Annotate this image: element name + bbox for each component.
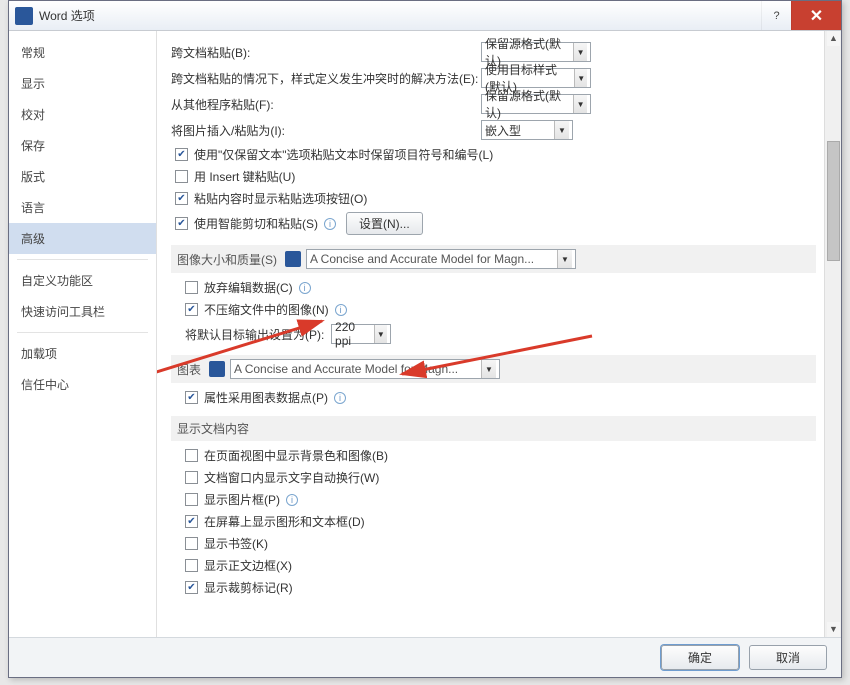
paste-pic-label: 将图片插入/粘贴为(I): [171,122,301,139]
paste-conflict-select[interactable]: 使用目标样式(默认)▼ [481,68,591,88]
scroll-down-icon[interactable]: ▼ [827,622,840,637]
dialog-footer: 确定 取消 [9,637,841,677]
sidebar-item-ribbon[interactable]: 自定义功能区 [9,265,156,296]
word-icon [15,7,33,25]
ok-button[interactable]: 确定 [661,645,739,670]
image-section-title: 图像大小和质量(S) [177,251,277,268]
keep-bullets-label: 使用"仅保留文本"选项粘贴文本时保留项目符号和编号(L) [194,146,493,163]
chevron-down-icon: ▼ [574,69,587,87]
chevron-down-icon: ▼ [557,250,572,268]
insert-key-checkbox[interactable] [175,170,188,183]
vertical-scrollbar[interactable]: ▲ ▼ [824,31,841,637]
sidebar-item-save[interactable]: 保存 [9,130,156,161]
sidebar-item-addins[interactable]: 加载项 [9,338,156,369]
display-section-title: 显示文档内容 [177,420,249,437]
chevron-down-icon: ▼ [554,121,569,139]
sidebar-item-qat[interactable]: 快速访问工具栏 [9,296,156,327]
sidebar-item-language[interactable]: 语言 [9,192,156,223]
chevron-down-icon: ▼ [481,360,496,378]
chevron-down-icon: ▼ [374,325,387,343]
chart-section-header: 图表 A Concise and Accurate Model for Magn… [171,355,816,383]
info-icon[interactable]: i [324,218,336,230]
paste-other-label: 从其他程序粘贴(F): [171,96,301,113]
crop-marks-checkbox[interactable] [185,581,198,594]
show-bg-label: 在页面视图中显示背景色和图像(B) [204,447,388,464]
help-button[interactable]: ? [761,1,791,30]
options-dialog: Word 选项 ? ✕ 常规 显示 校对 保存 版式 语言 高级 自定义功能区 … [8,0,842,678]
word-doc-icon [209,361,225,377]
paste-options-checkbox[interactable] [175,192,188,205]
chevron-down-icon: ▼ [573,95,587,113]
draw-textbox-label: 在屏幕上显示图形和文本框(D) [204,513,365,530]
show-bg-checkbox[interactable] [185,449,198,462]
no-compress-checkbox[interactable] [185,303,198,316]
content-area: 跨文档粘贴(B): 保留源格式(默认)▼ 跨文档粘贴的情况下，样式定义发生冲突时… [157,31,841,637]
info-icon[interactable]: i [334,392,346,404]
chart-datapoint-label: 属性采用图表数据点(P) [204,389,328,406]
chart-datapoint-checkbox[interactable] [185,391,198,404]
paste-cross-label: 跨文档粘贴(B): [171,44,301,61]
paste-conflict-label: 跨文档粘贴的情况下，样式定义发生冲突时的解决方法(E): [171,70,481,87]
discard-edit-checkbox[interactable] [185,281,198,294]
word-wrap-checkbox[interactable] [185,471,198,484]
image-section-header: 图像大小和质量(S) A Concise and Accurate Model … [171,245,816,273]
paste-cross-select[interactable]: 保留源格式(默认)▼ [481,42,591,62]
pic-placeholder-checkbox[interactable] [185,493,198,506]
keep-bullets-checkbox[interactable] [175,148,188,161]
sidebar-item-layout[interactable]: 版式 [9,161,156,192]
smart-cut-label: 使用智能剪切和粘贴(S) [194,215,318,232]
textbound-checkbox[interactable] [185,559,198,572]
window-title: Word 选项 [39,7,761,24]
bookmark-checkbox[interactable] [185,537,198,550]
pic-placeholder-label: 显示图片框(P) [204,491,280,508]
info-icon[interactable]: i [299,282,311,294]
chevron-down-icon: ▼ [573,43,587,61]
paste-pic-select[interactable]: 嵌入型▼ [481,120,573,140]
titlebar[interactable]: Word 选项 ? ✕ [9,1,841,31]
display-section-header: 显示文档内容 [171,416,816,441]
smart-cut-checkbox[interactable] [175,217,188,230]
no-compress-label: 不压缩文件中的图像(N) [204,301,329,318]
sidebar-item-advanced[interactable]: 高级 [9,223,156,254]
scroll-thumb[interactable] [827,141,840,261]
chart-section-title: 图表 [177,361,201,378]
chart-doc-select[interactable]: A Concise and Accurate Model for Magn...… [230,359,500,379]
draw-textbox-checkbox[interactable] [185,515,198,528]
scroll-up-icon[interactable]: ▲ [827,31,840,46]
paste-options-label: 粘贴内容时显示粘贴选项按钮(O) [194,190,367,207]
textbound-label: 显示正文边框(X) [204,557,292,574]
image-doc-select[interactable]: A Concise and Accurate Model for Magn...… [306,249,576,269]
info-icon[interactable]: i [335,304,347,316]
paste-other-select[interactable]: 保留源格式(默认)▼ [481,94,591,114]
cancel-button[interactable]: 取消 [749,645,827,670]
discard-edit-label: 放弃编辑数据(C) [204,279,293,296]
sidebar-item-general[interactable]: 常规 [9,37,156,68]
word-doc-icon [285,251,301,267]
ppi-label: 将默认目标输出设置为(P): [185,326,324,343]
crop-marks-label: 显示裁剪标记(R) [204,579,293,596]
settings-button[interactable]: 设置(N)... [346,212,423,235]
info-icon[interactable]: i [286,494,298,506]
sidebar-item-trust[interactable]: 信任中心 [9,369,156,400]
bookmark-label: 显示书签(K) [204,535,268,552]
sidebar-item-proof[interactable]: 校对 [9,99,156,130]
ppi-select[interactable]: 220 ppi▼ [331,324,391,344]
word-wrap-label: 文档窗口内显示文字自动换行(W) [204,469,379,486]
close-button[interactable]: ✕ [791,1,841,30]
sidebar-item-display[interactable]: 显示 [9,68,156,99]
insert-key-label: 用 Insert 键粘贴(U) [194,168,295,185]
sidebar: 常规 显示 校对 保存 版式 语言 高级 自定义功能区 快速访问工具栏 加载项 … [9,31,157,637]
